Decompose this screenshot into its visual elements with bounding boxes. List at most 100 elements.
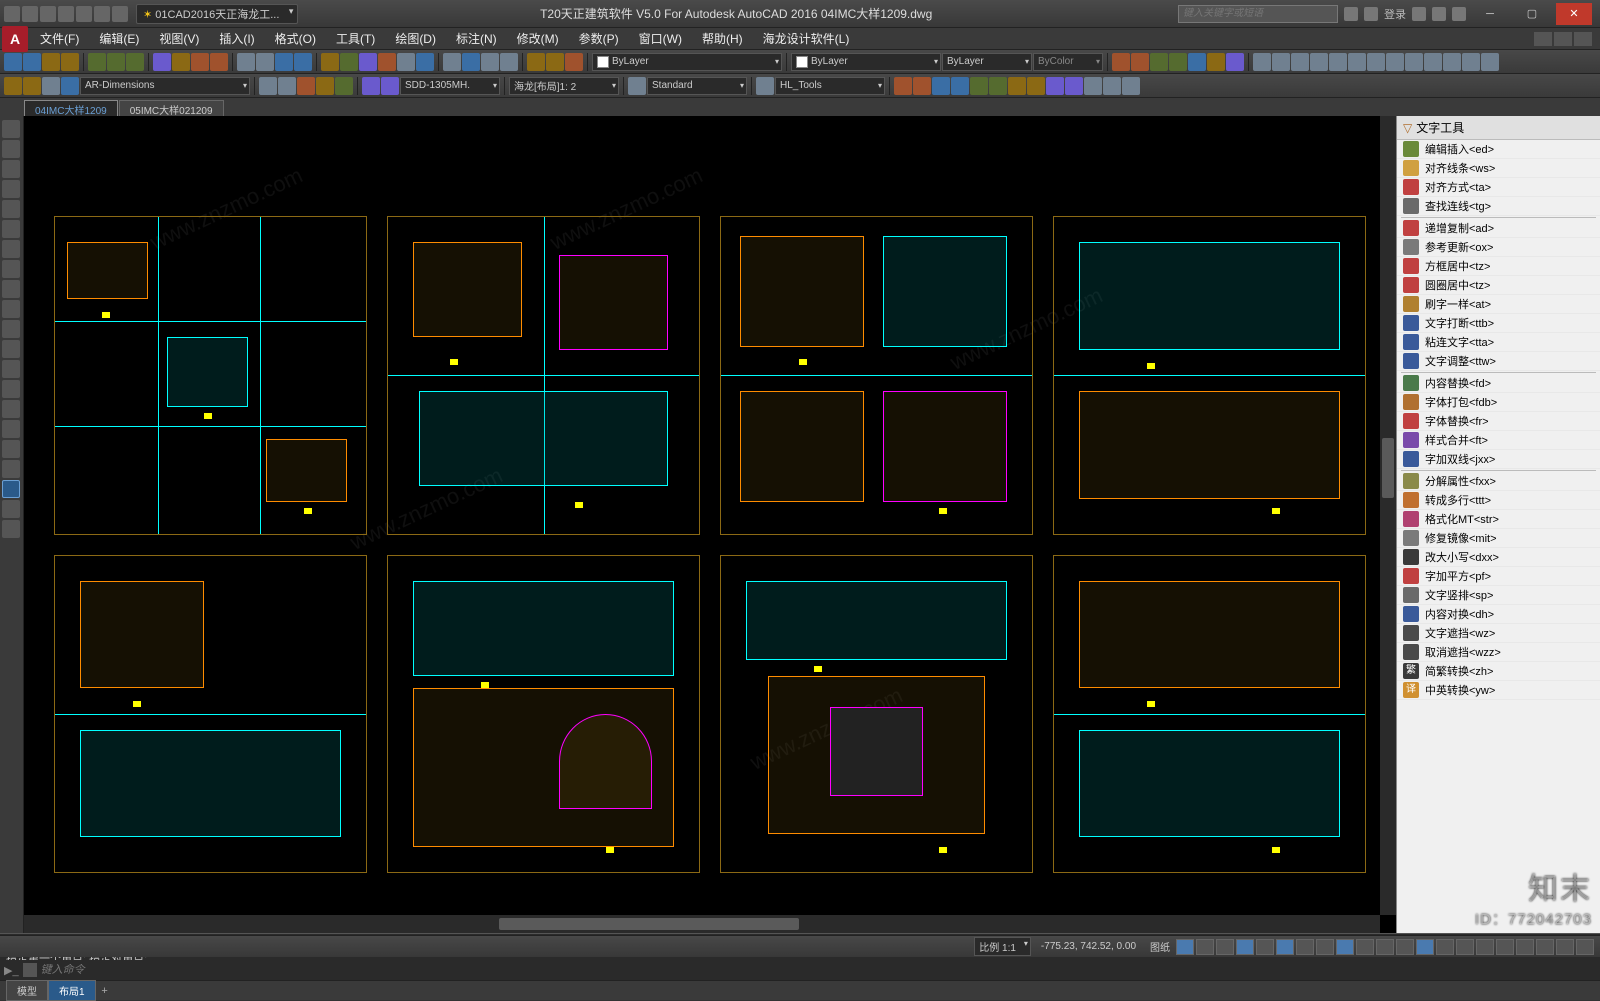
menu-window[interactable]: 窗口(W)	[629, 28, 692, 49]
tb-tbl1-icon[interactable]	[628, 77, 646, 95]
tool-circle-icon[interactable]	[2, 160, 20, 178]
palette-item[interactable]: 文字竖排<sp>	[1397, 586, 1600, 605]
tb-zoomprev-icon[interactable]	[500, 53, 518, 71]
tb-line-icon[interactable]	[1131, 53, 1149, 71]
palette-item[interactable]: 修复镜像<mit>	[1397, 529, 1600, 548]
save-icon[interactable]	[40, 6, 56, 22]
tool-mtext-icon[interactable]	[2, 440, 20, 458]
stayconnected-icon[interactable]	[1432, 7, 1446, 21]
tb-hatch-icon[interactable]	[1207, 53, 1225, 71]
menu-edit[interactable]: 编辑(E)	[89, 28, 149, 49]
linetype-dropdown[interactable]: ByLayer	[942, 53, 1032, 71]
palette-item[interactable]: 方框居中<tz>	[1397, 257, 1600, 276]
tool-ray-icon[interactable]	[2, 280, 20, 298]
login-label[interactable]: 登录	[1384, 6, 1406, 22]
document-window-dropdown[interactable]: ✶ 01CAD2016天正海龙工...	[136, 4, 298, 24]
palette-item[interactable]: 参考更新<ox>	[1397, 238, 1600, 257]
tb-designcenter-icon[interactable]	[340, 53, 358, 71]
vertical-scrollbar[interactable]	[1380, 116, 1396, 915]
tb-zoomext-icon[interactable]	[294, 53, 312, 71]
tool-wipeout-icon[interactable]	[2, 500, 20, 518]
status-osnap-icon[interactable]	[1256, 939, 1274, 955]
open-icon[interactable]	[22, 6, 38, 22]
tb-markup-icon[interactable]	[397, 53, 415, 71]
undo-icon[interactable]	[94, 6, 110, 22]
status-annomonitor-icon[interactable]	[1476, 939, 1494, 955]
status-dyn-icon[interactable]	[1316, 939, 1334, 955]
tb-layerstate-icon[interactable]	[565, 53, 583, 71]
tb-erase-icon[interactable]	[1253, 53, 1271, 71]
tb-ml1-icon[interactable]	[756, 77, 774, 95]
palette-item[interactable]: 译中英转换<yw>	[1397, 681, 1600, 700]
tb-dr4-icon[interactable]	[951, 77, 969, 95]
tool-arc-icon[interactable]	[2, 180, 20, 198]
tb-block-icon[interactable]	[172, 53, 190, 71]
status-qp-icon[interactable]	[1376, 939, 1394, 955]
tool-line-icon[interactable]	[2, 120, 20, 138]
palette-item[interactable]: 粘连文字<tta>	[1397, 333, 1600, 352]
tb-props-icon[interactable]	[321, 53, 339, 71]
tb-new-icon[interactable]	[4, 53, 22, 71]
file-tab-active[interactable]: 04IMC大样1209	[24, 100, 118, 116]
tb-dr5-icon[interactable]	[970, 77, 988, 95]
standard-dropdown[interactable]: Standard	[647, 77, 747, 95]
plotstyle-dropdown[interactable]: ByColor	[1033, 53, 1103, 71]
palette-item[interactable]: 分解属性<fxx>	[1397, 472, 1600, 491]
tb-text-icon[interactable]	[1226, 53, 1244, 71]
palette-item[interactable]: 对齐方式<ta>	[1397, 178, 1600, 197]
infocenter-icon[interactable]	[1344, 7, 1358, 21]
tb-rect-icon[interactable]	[1188, 53, 1206, 71]
tool-polygon-icon[interactable]	[2, 300, 20, 318]
menu-insert[interactable]: 插入(I)	[209, 28, 264, 49]
palette-item[interactable]: 样式合并<ft>	[1397, 431, 1600, 450]
command-input[interactable]	[41, 964, 341, 976]
status-lwt-icon[interactable]	[1336, 939, 1354, 955]
tool-block-icon[interactable]	[2, 340, 20, 358]
tb-dr1-icon[interactable]	[894, 77, 912, 95]
palette-header[interactable]: 文字工具	[1397, 116, 1600, 140]
status-hw-icon[interactable]	[1516, 939, 1534, 955]
tb-arc-icon[interactable]	[1150, 53, 1168, 71]
status-isolate-icon[interactable]	[1536, 939, 1554, 955]
palette-item[interactable]: 字体替换<fr>	[1397, 412, 1600, 431]
tb-m3-icon[interactable]	[297, 77, 315, 95]
palette-item[interactable]: 字加双线<jxx>	[1397, 450, 1600, 469]
menu-help[interactable]: 帮助(H)	[692, 28, 753, 49]
tool-insert-icon[interactable]	[2, 320, 20, 338]
tb-t2-icon[interactable]	[381, 77, 399, 95]
tool-a-icon[interactable]	[2, 480, 20, 498]
tb-dim4-icon[interactable]	[61, 77, 79, 95]
palette-item[interactable]: 对齐线条<ws>	[1397, 159, 1600, 178]
tb-redo-icon[interactable]	[210, 53, 228, 71]
tb-toolpalette-icon[interactable]	[359, 53, 377, 71]
palette-item[interactable]: 递增复制<ad>	[1397, 219, 1600, 238]
palette-item[interactable]: 内容替换<fd>	[1397, 374, 1600, 393]
palette-item[interactable]: 圆圈居中<tz>	[1397, 276, 1600, 295]
menu-hailong[interactable]: 海龙设计软件(L)	[753, 28, 860, 49]
tb-paste-icon[interactable]	[126, 53, 144, 71]
tb-orbit-icon[interactable]	[462, 53, 480, 71]
status-custom-icon[interactable]	[1576, 939, 1594, 955]
tb-pan2-icon[interactable]	[443, 53, 461, 71]
plot-icon[interactable]	[76, 6, 92, 22]
signin-icon[interactable]	[1364, 7, 1378, 21]
tool-region-icon[interactable]	[2, 400, 20, 418]
status-annoscale-icon[interactable]	[1416, 939, 1434, 955]
app-logo[interactable]: A	[2, 26, 28, 52]
palette-item[interactable]: 字加平方<pf>	[1397, 567, 1600, 586]
command-recent-icon[interactable]	[23, 963, 37, 977]
tb-undo-icon[interactable]	[191, 53, 209, 71]
tb-dr13-icon[interactable]	[1122, 77, 1140, 95]
mdi-close-icon[interactable]	[1574, 32, 1592, 46]
tool-pline-icon[interactable]	[2, 140, 20, 158]
tb-dim2-icon[interactable]	[23, 77, 41, 95]
tb-move-icon[interactable]	[1348, 53, 1366, 71]
tb-join-icon[interactable]	[1481, 53, 1499, 71]
tb-scale-icon[interactable]	[1386, 53, 1404, 71]
color-dropdown[interactable]: ByLayer	[791, 53, 941, 71]
palette-item[interactable]: 刷字一样<at>	[1397, 295, 1600, 314]
drawing-canvas[interactable]: www.znzmo.com www.znzmo.com www.znzmo.co…	[24, 116, 1396, 933]
close-button[interactable]: ✕	[1556, 3, 1592, 25]
status-clean-icon[interactable]	[1556, 939, 1574, 955]
tb-pan-icon[interactable]	[237, 53, 255, 71]
